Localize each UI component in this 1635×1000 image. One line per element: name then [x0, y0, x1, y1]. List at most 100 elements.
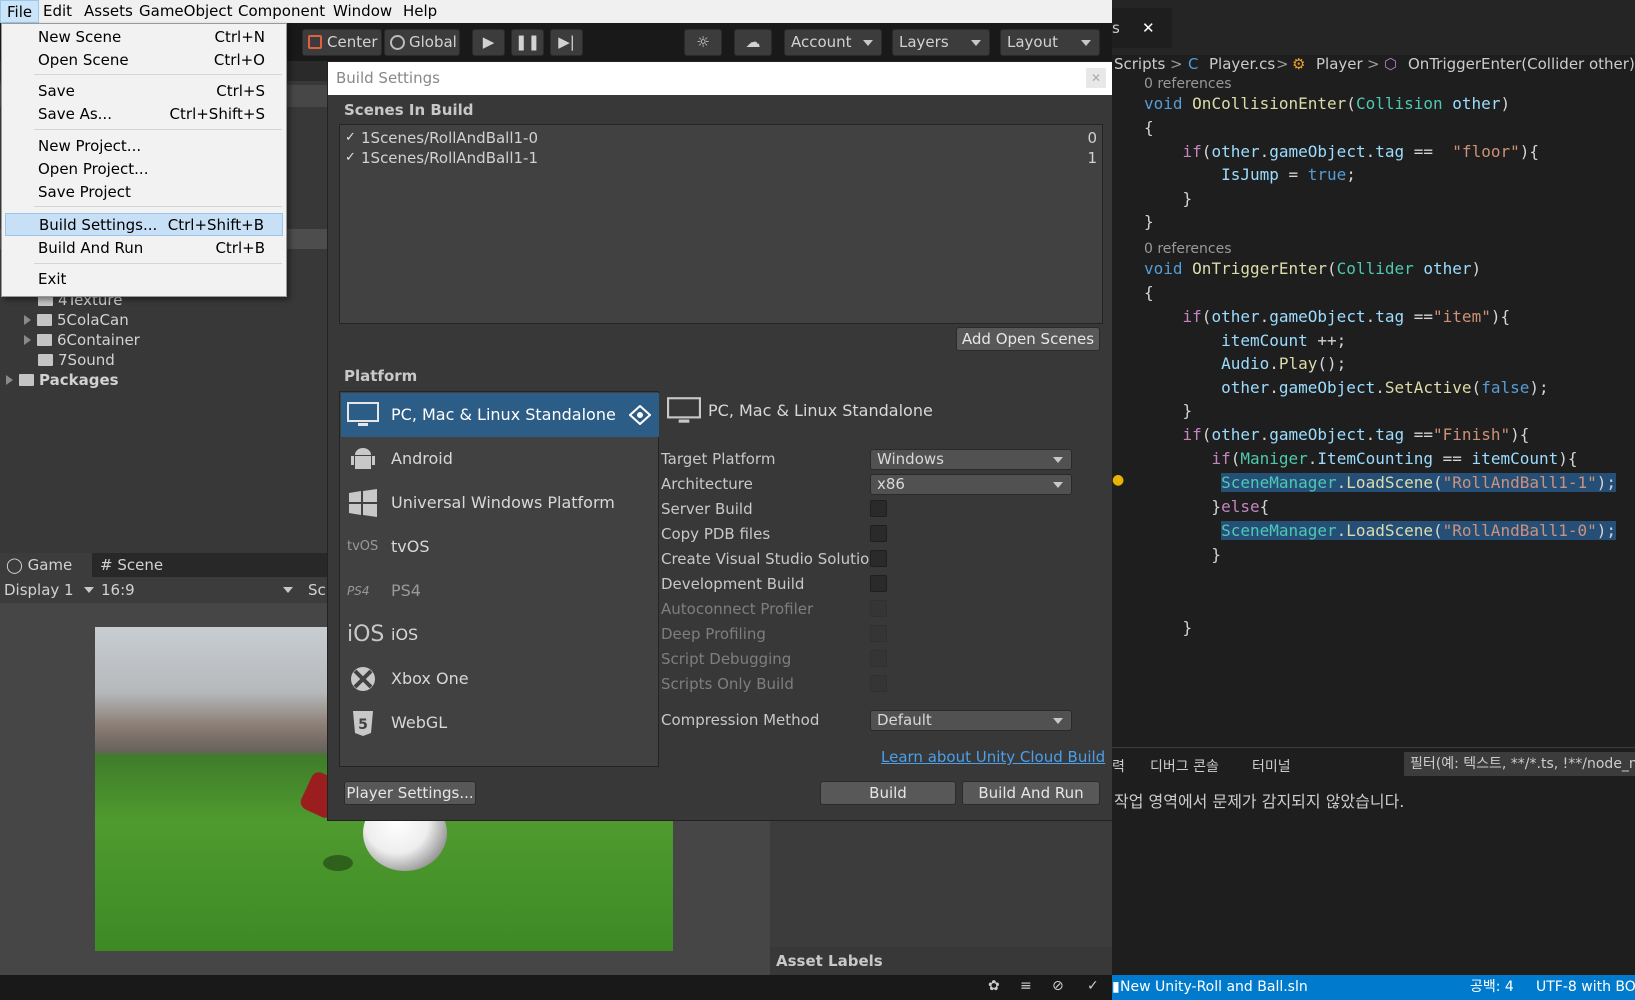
cloud-build-link[interactable]: Learn about Unity Cloud Build: [881, 748, 1105, 766]
breadcrumb-item[interactable]: Player: [1316, 55, 1363, 73]
platform-xbox[interactable]: Xbox One: [341, 657, 659, 701]
breadcrumb-item[interactable]: OnTriggerEnter(Collider other): [1408, 55, 1635, 73]
breadcrumb-item[interactable]: Scripts: [1114, 55, 1165, 73]
tree-item[interactable]: 5ColaCan: [24, 310, 129, 330]
menu-item-new-project[interactable]: New Project...: [5, 135, 283, 158]
expand-arrow-icon[interactable]: [24, 335, 31, 345]
checkbox-checked-icon[interactable]: ✓: [345, 131, 359, 145]
aspect-dropdown[interactable]: 16:9: [101, 577, 301, 603]
xbox-icon: [351, 667, 375, 691]
menu-gameobject[interactable]: GameObject: [133, 0, 239, 23]
menu-assets[interactable]: Assets: [78, 0, 139, 23]
tvos-icon: tvOS: [347, 539, 379, 554]
code-line: SceneManager.LoadScene("RollAndBall1-1")…: [1221, 473, 1617, 492]
architecture-label: Architecture: [661, 475, 753, 493]
close-icon[interactable]: ✕: [1086, 68, 1106, 88]
code-editor[interactable]: 0 references void OnCollisionEnter(Colli…: [1112, 76, 1635, 746]
menu-item-label: Open Scene: [38, 51, 129, 69]
stack-icon[interactable]: ≡: [1020, 978, 1032, 994]
tab-scene[interactable]: # Scene: [100, 553, 190, 577]
network-icon[interactable]: ⊘: [1052, 978, 1064, 994]
status-bar: ▮ New Unity-Roll and Ball.sln 공백: 4 UTF-…: [1112, 975, 1635, 1000]
target-platform-dropdown[interactable]: Windows: [870, 449, 1072, 470]
tab-game[interactable]: ◯ Game: [0, 553, 92, 577]
display-dropdown[interactable]: Display 1: [4, 577, 94, 603]
expand-arrow-icon[interactable]: [6, 375, 13, 385]
menu-item-save-project[interactable]: Save Project: [5, 181, 283, 204]
sun-icon: ☼: [696, 33, 710, 51]
bug-icon[interactable]: ✿: [988, 978, 1000, 994]
build-button[interactable]: Build: [820, 781, 956, 805]
platform-uwp[interactable]: Universal Windows Platform: [341, 481, 659, 525]
platform-ps4[interactable]: PS4 PS4: [341, 569, 659, 613]
copy-pdb-toggle[interactable]: [870, 525, 887, 542]
tree-item[interactable]: Packages: [6, 370, 119, 390]
cloud-icon: ☁: [745, 33, 761, 51]
codelens-references[interactable]: 0 references: [1144, 241, 1232, 257]
layout-dropdown[interactable]: Layout: [1000, 29, 1100, 56]
tree-item[interactable]: 6Container: [24, 330, 140, 350]
expand-arrow-icon[interactable]: [24, 315, 31, 325]
account-dropdown[interactable]: Account: [784, 29, 882, 56]
menu-item-open-project[interactable]: Open Project...: [5, 158, 283, 181]
platform-webgl[interactable]: 5 WebGL: [341, 701, 659, 745]
editor-tabs: s ✕: [1112, 0, 1635, 55]
menu-component[interactable]: Component: [232, 0, 331, 23]
menu-item-open-scene[interactable]: Open Scene Ctrl+O: [5, 49, 283, 72]
editor-tab[interactable]: s ✕: [1112, 8, 1172, 48]
menu-item-exit[interactable]: Exit: [5, 268, 283, 291]
step-button[interactable]: ▶|: [550, 29, 583, 56]
menu-item-save[interactable]: Save Ctrl+S: [5, 80, 283, 103]
panel-tab-output[interactable]: 력: [1112, 756, 1125, 776]
check-icon[interactable]: ✓: [1087, 978, 1099, 994]
compression-method-dropdown[interactable]: Default: [870, 710, 1072, 731]
menu-edit[interactable]: Edit: [37, 0, 78, 23]
checkbox-checked-icon[interactable]: ✓: [345, 151, 359, 165]
menu-item-label: Save Project: [38, 183, 131, 201]
platform-ios[interactable]: iOS iOS: [341, 613, 659, 657]
indentation-status[interactable]: 공백: 4: [1470, 975, 1514, 1000]
panel-tab-debug-console[interactable]: 디버그 콘솔: [1150, 756, 1219, 776]
folder-icon: [38, 354, 53, 366]
add-open-scenes-button[interactable]: Add Open Scenes: [956, 327, 1100, 351]
compression-method-label: Compression Method: [661, 711, 820, 729]
pivot-global-button[interactable]: Global: [384, 29, 460, 56]
close-icon[interactable]: ✕: [1142, 8, 1155, 48]
encoding-status[interactable]: UTF-8 with BOM: [1536, 975, 1635, 1000]
code-line: }: [1144, 545, 1222, 564]
platform-standalone[interactable]: PC, Mac & Linux Standalone: [341, 393, 659, 437]
menu-help[interactable]: Help: [397, 0, 443, 23]
code-line: other.gameObject.SetActive(false);: [1221, 378, 1549, 397]
development-build-toggle[interactable]: [870, 575, 887, 592]
breadcrumb-item[interactable]: Player.cs: [1209, 55, 1275, 73]
menu-item-build-and-run[interactable]: Build And Run Ctrl+B: [5, 237, 283, 260]
cloud-button[interactable]: ☁: [734, 29, 772, 56]
menu-item-build-settings[interactable]: Build Settings... Ctrl+Shift+B: [5, 213, 283, 236]
scene-row[interactable]: ✓ 1Scenes/RollAndBall1-0 0: [343, 128, 1099, 148]
filter-input[interactable]: 필터(예: 텍스트, **/*.ts, !**/node_m: [1404, 752, 1635, 776]
layers-dropdown[interactable]: Layers: [892, 29, 990, 56]
platform-android[interactable]: Android: [341, 437, 659, 481]
menu-file[interactable]: File: [0, 0, 40, 23]
lightbulb-icon[interactable]: ●: [1112, 472, 1124, 488]
codelens-references[interactable]: 0 references: [1144, 76, 1232, 92]
tab-scene-label: Scene: [117, 556, 164, 574]
play-button[interactable]: ▶: [472, 29, 505, 56]
code-line: }: [1144, 618, 1193, 637]
menu-item-save-as[interactable]: Save As... Ctrl+Shift+S: [5, 103, 283, 126]
create-vs-solution-toggle[interactable]: [870, 550, 887, 567]
server-build-toggle[interactable]: [870, 500, 887, 517]
player-settings-button[interactable]: Player Settings...: [344, 781, 476, 805]
pivot-center-button[interactable]: Center: [302, 29, 382, 56]
architecture-dropdown[interactable]: x86: [870, 474, 1072, 495]
collab-button[interactable]: ☼: [684, 29, 722, 56]
menu-item-new-scene[interactable]: New Scene Ctrl+N: [5, 26, 283, 49]
solution-status[interactable]: New Unity-Roll and Ball.sln: [1120, 975, 1308, 1000]
pause-button[interactable]: ❚❚: [511, 29, 544, 56]
platform-tvos[interactable]: tvOS tvOS: [341, 525, 659, 569]
panel-tab-terminal[interactable]: 터미널: [1252, 756, 1291, 776]
menu-window[interactable]: Window: [327, 0, 398, 23]
scene-row[interactable]: ✓ 1Scenes/RollAndBall1-1 1: [343, 148, 1099, 168]
tree-item[interactable]: 7Sound: [38, 350, 115, 370]
build-and-run-button[interactable]: Build And Run: [962, 781, 1100, 805]
